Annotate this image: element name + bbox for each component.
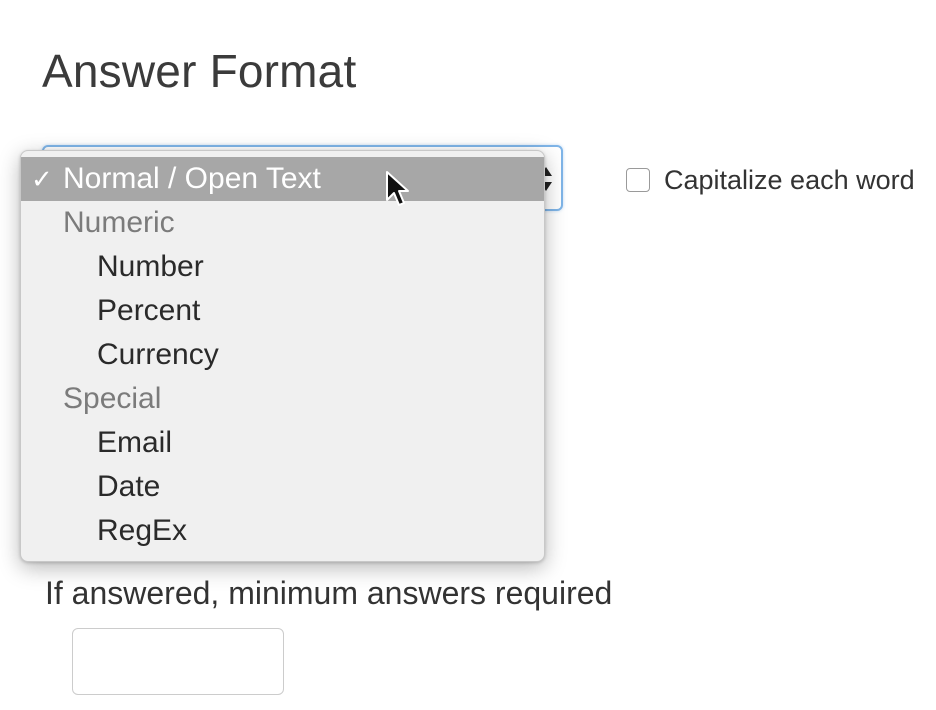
option-email[interactable]: Email xyxy=(21,421,544,465)
answer-format-dropdown-menu: ✓ Normal / Open Text Numeric Number Perc… xyxy=(20,150,545,562)
section-title: Answer Format xyxy=(42,45,357,97)
capitalize-label: Capitalize each word xyxy=(664,164,915,195)
option-label: Normal / Open Text xyxy=(63,162,321,195)
option-currency[interactable]: Currency xyxy=(21,333,544,377)
checkmark-icon: ✓ xyxy=(31,164,53,194)
option-percent[interactable]: Percent xyxy=(21,289,544,333)
option-normal-open-text[interactable]: ✓ Normal / Open Text xyxy=(21,157,544,201)
option-number[interactable]: Number xyxy=(21,245,544,289)
answer-format-panel: Answer Format ✓ Normal / Open Text Numer… xyxy=(0,0,936,710)
capitalize-checkbox[interactable] xyxy=(626,168,650,192)
capitalize-option[interactable]: Capitalize each word xyxy=(626,163,915,197)
optgroup-special: Special xyxy=(63,382,162,415)
minimum-answers-input[interactable] xyxy=(72,628,284,695)
minimum-answers-label: If answered, minimum answers required xyxy=(45,575,613,611)
option-regex[interactable]: RegEx xyxy=(21,509,544,553)
option-date[interactable]: Date xyxy=(21,465,544,509)
optgroup-numeric: Numeric xyxy=(63,206,175,239)
